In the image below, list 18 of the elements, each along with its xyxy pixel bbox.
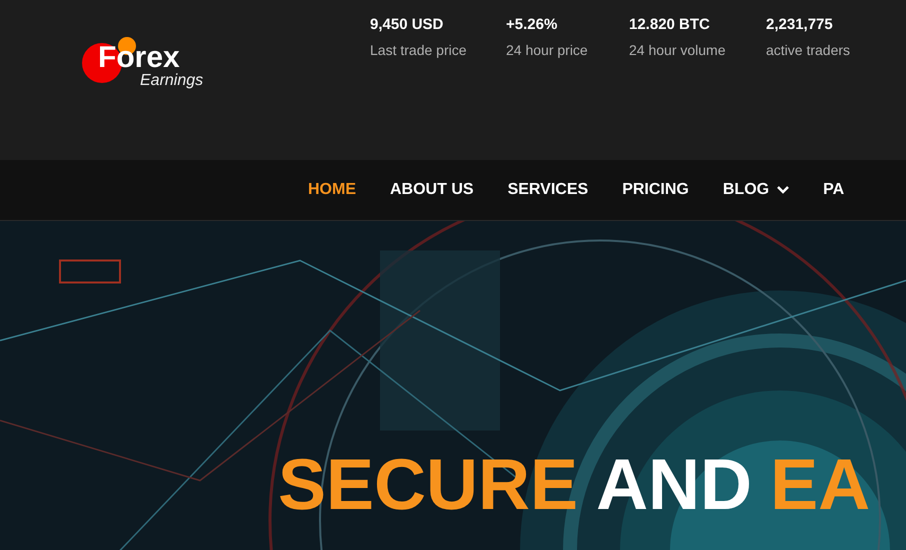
nav-link[interactable]: SERVICES xyxy=(508,178,588,202)
chevron-down-icon xyxy=(777,186,790,194)
stat-value: 2,231,775 xyxy=(766,16,834,34)
stat-value: 9,450 USD xyxy=(370,16,444,34)
nav-link[interactable]: PA xyxy=(823,178,844,202)
nav-link[interactable]: ABOUT US xyxy=(390,178,474,202)
stat-label: 24 hour price xyxy=(506,41,589,59)
nav-link[interactable]: BLOG xyxy=(722,178,790,202)
nav-link[interactable]: PRICING xyxy=(622,178,689,202)
hero-headline: EA xyxy=(770,444,870,527)
stat-label: Last trade price xyxy=(370,41,468,59)
hero-headline: SECURE xyxy=(278,444,578,527)
stat-value: 12.820 BTC xyxy=(629,16,711,34)
hero-headline: AND xyxy=(596,444,752,527)
stat-label: 24 hour volume xyxy=(629,41,727,59)
stat-label: active traders xyxy=(766,41,852,59)
stat-value: +5.26% xyxy=(506,16,558,34)
nav-link[interactable]: HOME xyxy=(308,178,356,202)
